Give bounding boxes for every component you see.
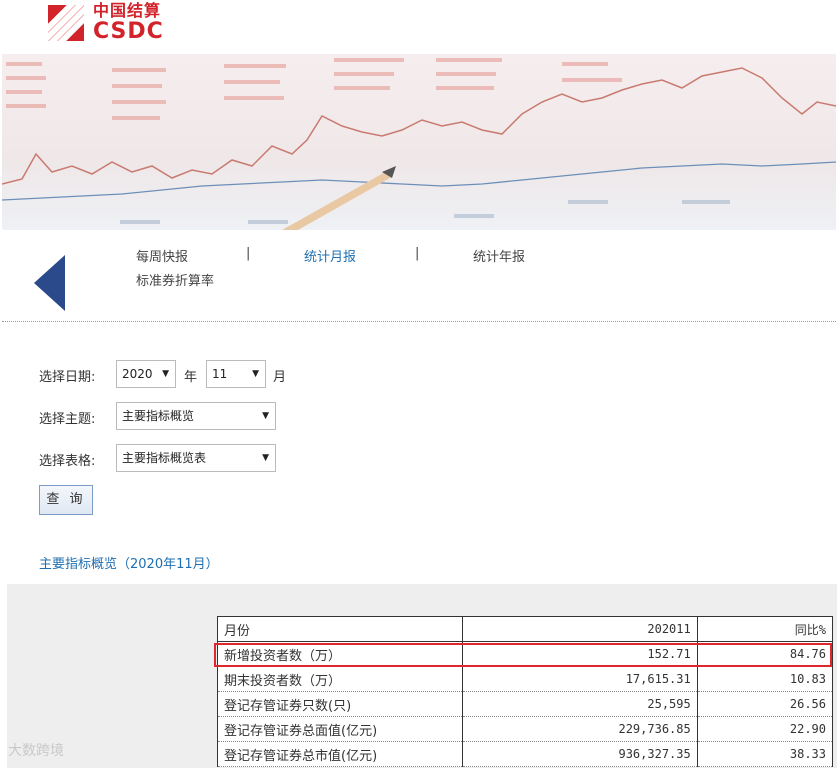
table-row: 新增投资者数（万） 152.71 84.76 [217,641,834,667]
year-select[interactable]: 2020 ▼ [116,360,176,388]
nav-item-monthly[interactable]: 统计月报 [304,246,356,265]
date-label: 选择日期: [39,370,96,385]
row-yoy: 22.90 [696,716,834,742]
row-label: 登记存管证券总面值(亿元) [217,716,463,742]
row-yoy: 38.33 [696,741,834,767]
table-label: 选择表格: [39,454,96,469]
row-yoy: 26.56 [696,691,834,717]
back-arrow-icon[interactable] [34,255,65,311]
table-header-row: 月份 202011 同比% [217,616,834,642]
logo-english-text: CSDC [93,19,164,44]
row-value: 17,615.31 [462,666,698,692]
row-value: 229,736.85 [462,716,698,742]
logo-chinese-text: 中国结算 [93,1,162,20]
nav-item-weekly[interactable]: 每周快报 [136,246,188,265]
month-unit: 月 [273,370,287,385]
chevron-down-icon: ▼ [262,411,269,421]
nav-item-conversion-rate[interactable]: 标准券折算率 [136,270,214,289]
year-unit: 年 [184,370,198,385]
divider [2,321,836,322]
chevron-down-icon: ▼ [162,369,169,379]
row-value: 25,595 [462,691,698,717]
row-value: 936,327.35 [462,741,698,767]
row-label: 新增投资者数（万） [217,641,463,667]
row-label: 登记存管证券只数(只) [217,691,463,717]
table-row: 登记存管证券总面值(亿元) 229,736.85 22.90 [217,716,834,742]
nav-separator: | [246,246,251,261]
topic-label: 选择主题: [39,412,96,427]
csdc-logo[interactable]: 中国结算 CSDC [48,1,164,44]
row-label: 期末投资者数（万） [217,666,463,692]
month-select[interactable]: 11 ▼ [206,360,266,388]
chevron-down-icon: ▼ [262,453,269,463]
stock-chart-banner [2,54,836,230]
row-label: 登记存管证券总市值(亿元) [217,741,463,767]
watermark: 大数跨境 [8,743,64,759]
nav-separator: | [415,246,420,261]
chevron-down-icon: ▼ [252,369,259,379]
header-period: 202011 [462,616,698,642]
query-button[interactable]: 查 询 [39,485,93,515]
row-yoy: 84.76 [696,641,834,667]
table-row: 期末投资者数（万） 17,615.31 10.83 [217,666,834,692]
table-row: 登记存管证券只数(只) 25,595 26.56 [217,691,834,717]
row-value: 152.71 [462,641,698,667]
topic-select[interactable]: 主要指标概览 ▼ [116,402,276,430]
header-yoy: 同比% [696,616,834,642]
logo-mark-icon [48,5,84,41]
indicator-table: 月份 202011 同比% 新增投资者数（万） 152.71 84.76 期末投… [217,616,834,767]
section-title: 主要指标概览（2020年11月） [39,557,219,572]
row-yoy: 10.83 [696,666,834,692]
header-month: 月份 [217,616,463,642]
table-select[interactable]: 主要指标概览表 ▼ [116,444,276,472]
nav-item-yearly[interactable]: 统计年报 [473,246,525,265]
table-row: 登记存管证券总市值(亿元) 936,327.35 38.33 [217,741,834,767]
